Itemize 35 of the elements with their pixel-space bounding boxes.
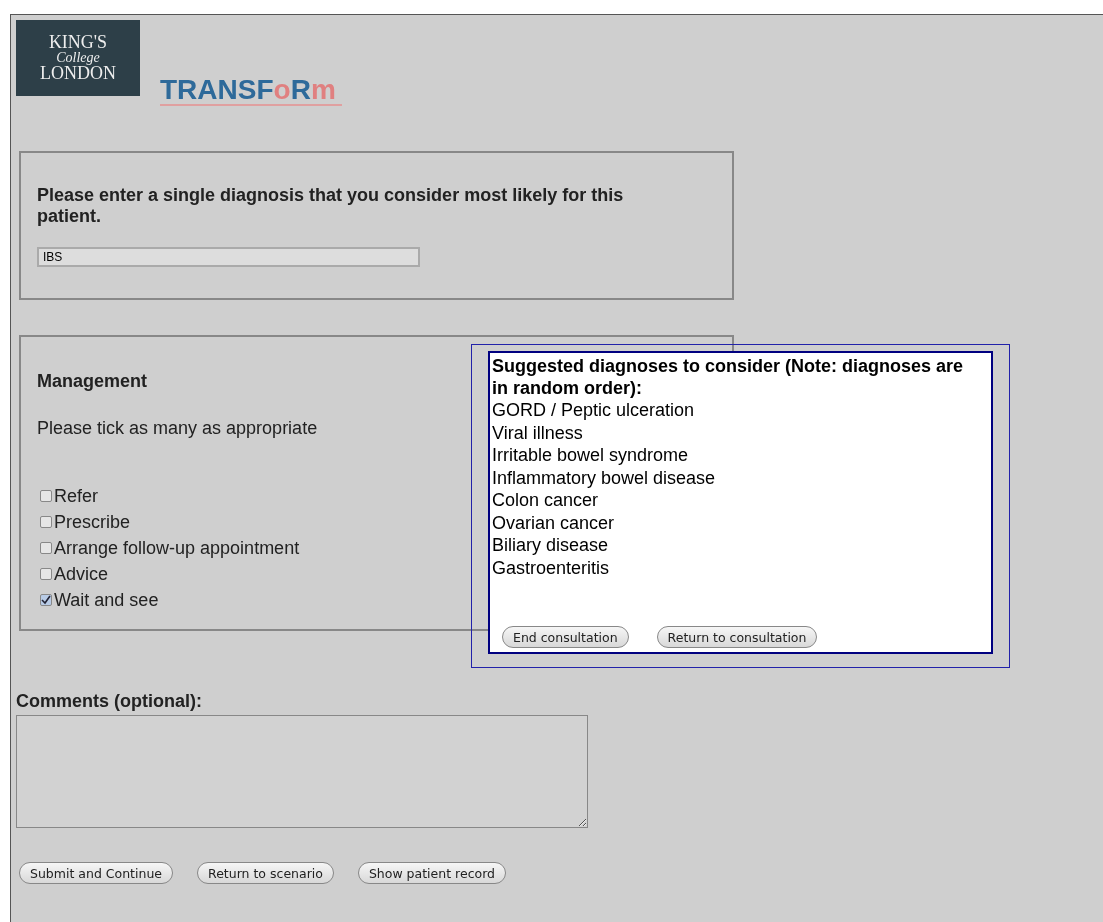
check-icon bbox=[41, 595, 51, 605]
checkbox[interactable] bbox=[40, 490, 52, 502]
project-logo: TRANSFoRm bbox=[160, 76, 342, 106]
checkbox[interactable] bbox=[40, 568, 52, 580]
question-text: Please enter a single diagnosis that you consider most likely for this patient. bbox=[37, 185, 625, 227]
checkbox[interactable] bbox=[40, 594, 52, 606]
action-button[interactable]: Submit and Continue bbox=[19, 862, 173, 884]
popup-title: Suggested diagnoses to consider (Note: diagnoses are in random order): bbox=[492, 355, 965, 399]
instruction-text: Please tick as many as appropriate bbox=[37, 418, 318, 439]
checkbox[interactable] bbox=[40, 516, 52, 528]
action-button[interactable]: Return to scenario bbox=[197, 862, 334, 884]
diagnosis-input[interactable]: IBS bbox=[37, 247, 420, 267]
suggested-diagnosis: Gastroenteritis bbox=[492, 556, 611, 579]
suggested-diagnosis: Ovarian cancer bbox=[492, 511, 616, 534]
logo-text: LONDON bbox=[40, 64, 116, 82]
logo-text: KING'S bbox=[48, 34, 108, 52]
option-label: Arrange follow-up appointment bbox=[54, 537, 300, 559]
suggested-diagnosis: Irritable bowel syndrome bbox=[492, 444, 690, 467]
suggested-diagnosis: Viral illness bbox=[492, 421, 584, 444]
action-button[interactable]: Show patient record bbox=[357, 862, 506, 884]
option-label: Wait and see bbox=[54, 589, 159, 611]
suggested-diagnosis: Biliary disease bbox=[492, 534, 610, 557]
popup-button[interactable]: Return to consultation bbox=[656, 626, 818, 648]
option-label: Prescribe bbox=[54, 511, 131, 533]
section-title: Management bbox=[37, 371, 148, 392]
option-label: Refer bbox=[54, 485, 98, 507]
comments-field[interactable] bbox=[16, 715, 588, 828]
popup-button[interactable]: End consultation bbox=[502, 626, 629, 648]
option-label: Advice bbox=[54, 563, 109, 585]
checkbox[interactable] bbox=[40, 542, 52, 554]
suggested-diagnosis: Colon cancer bbox=[492, 489, 600, 512]
suggested-diagnosis: GORD / Peptic ulceration bbox=[492, 399, 696, 422]
suggested-diagnosis: Inflammatory bowel disease bbox=[492, 466, 717, 489]
logo-text: College bbox=[56, 51, 100, 65]
comments-label: Comments (optional): bbox=[16, 691, 203, 712]
